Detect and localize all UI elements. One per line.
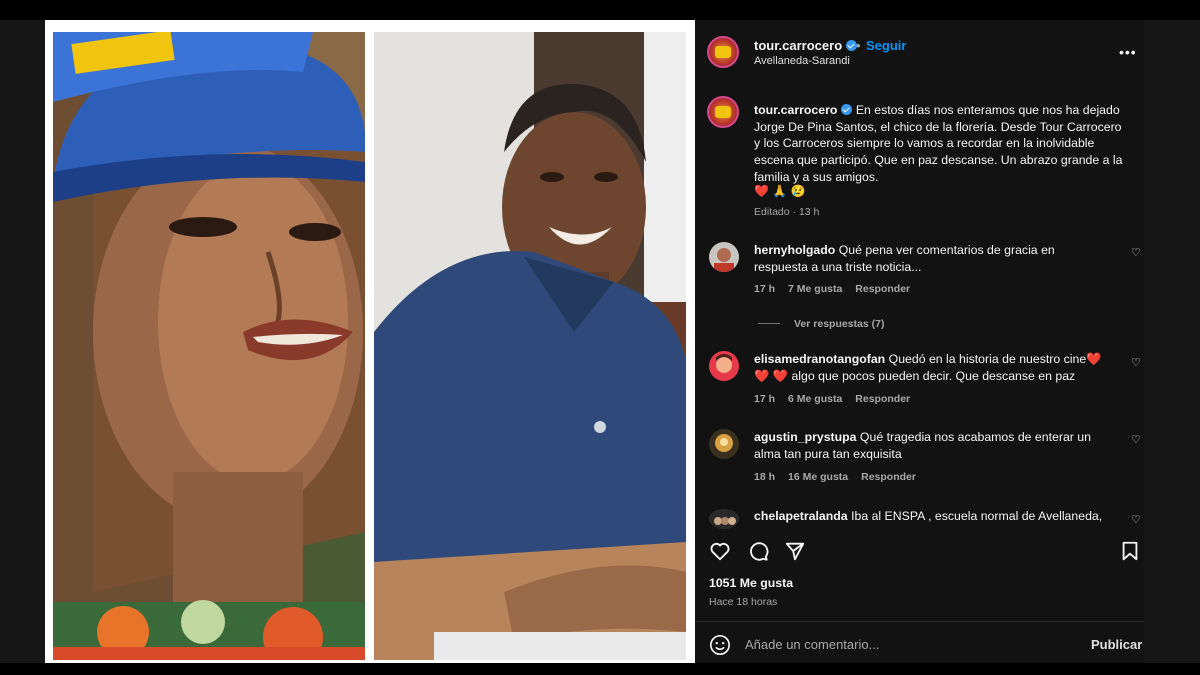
comment-avatar[interactable] xyxy=(709,242,739,272)
location-link[interactable]: Avellaneda-Sarandi xyxy=(754,55,850,67)
comment-meta: 18 h 16 Me gusta Responder xyxy=(754,471,916,483)
like-comment-heart-icon[interactable]: ♡ xyxy=(1131,246,1141,259)
post-header: tour.carrocero • Seguir Avellaneda-Saran… xyxy=(695,20,1144,84)
comment-likes[interactable]: 6 Me gusta xyxy=(788,393,842,405)
comment-text: elisamedranotangofan Quedó en la histori… xyxy=(754,352,1102,383)
comment-text: hernyholgado Qué pena ver comentarios de… xyxy=(754,243,1055,274)
comment-text: agustin_prystupa Qué tragedia nos acabam… xyxy=(754,430,1091,461)
comment-likes[interactable]: 16 Me gusta xyxy=(788,471,848,483)
photo-smiling-man xyxy=(374,32,686,660)
like-comment-heart-icon[interactable]: ♡ xyxy=(1131,433,1141,446)
sad-emoji: 😢 xyxy=(790,184,806,198)
boy-portrait-illustration xyxy=(53,32,365,660)
comment-meta: 17 h7 Me gusta Responder xyxy=(754,283,911,295)
comment-text: chelapetralanda Iba al ENSPA , escuela n… xyxy=(754,509,1103,523)
bookmark-save-icon[interactable] xyxy=(1119,540,1141,562)
man-portrait-illustration xyxy=(374,32,686,660)
likes-count[interactable]: 1051 Me gusta xyxy=(709,576,793,590)
comment-avatar[interactable] xyxy=(709,351,739,381)
separator-dot: • xyxy=(856,38,861,53)
heart-emoji: ❤️ xyxy=(754,184,769,198)
divider xyxy=(695,621,1144,622)
share-send-icon[interactable] xyxy=(784,540,806,562)
reply-button[interactable]: Responder xyxy=(855,393,910,405)
heart-emoji: ❤️ xyxy=(1086,352,1102,366)
author-avatar[interactable] xyxy=(707,36,739,68)
post-image[interactable] xyxy=(45,20,695,663)
pray-emoji: 🙏 xyxy=(772,184,788,198)
like-comment-heart-icon[interactable]: ♡ xyxy=(1131,356,1141,369)
emoji-smiley-icon[interactable] xyxy=(709,634,731,656)
follow-button[interactable]: Seguir xyxy=(866,38,906,53)
verified-badge-icon xyxy=(841,104,853,115)
author-username[interactable]: tour.carrocero xyxy=(754,38,858,53)
publish-button[interactable]: Publicar xyxy=(1091,637,1142,652)
caption-username[interactable]: tour.carrocero xyxy=(754,103,837,117)
left-margin xyxy=(0,20,45,663)
post-detail-panel: tour.carrocero • Seguir Avellaneda-Saran… xyxy=(695,20,1144,663)
add-comment-bar: Añade un comentario... Publicar xyxy=(695,626,1144,663)
top-letterbox xyxy=(0,0,1200,20)
comment-likes[interactable]: 7 Me gusta xyxy=(788,283,842,295)
like-comment-heart-icon[interactable]: ♡ xyxy=(1131,513,1141,526)
comment-username[interactable]: elisamedranotangofan xyxy=(754,352,885,366)
comment: chelapetralanda Iba al ENSPA , escuela n… xyxy=(695,507,1144,529)
caption-emojis: ❤️ 🙏 😢 xyxy=(754,184,806,198)
bottom-letterbox xyxy=(0,663,1200,675)
heart-emoji: ❤️ ❤️ xyxy=(754,368,789,383)
add-comment-input[interactable]: Añade un comentario... xyxy=(745,637,879,652)
post-timestamp: Hace 18 horas xyxy=(709,596,778,608)
reply-button[interactable]: Responder xyxy=(861,471,916,483)
comment-username[interactable]: agustin_prystupa xyxy=(754,430,857,444)
caption-avatar[interactable] xyxy=(707,96,739,128)
right-margin xyxy=(1144,20,1200,663)
view-replies-button[interactable]: Ver respuestas (7) xyxy=(758,318,884,330)
comment-avatar[interactable] xyxy=(709,429,739,459)
more-options-icon[interactable]: ••• xyxy=(1119,44,1137,60)
post-actions xyxy=(695,536,1144,566)
reply-button[interactable]: Responder xyxy=(855,283,910,295)
caption-text-block: tour.carrocero En estos días nos enteram… xyxy=(754,102,1124,186)
caption-timestamp: Editado · 13 h xyxy=(754,206,820,218)
photo-boy-with-cap xyxy=(53,32,365,660)
comment-username[interactable]: hernyholgado xyxy=(754,243,835,257)
comment-avatar[interactable] xyxy=(709,509,739,529)
replies-line xyxy=(758,323,780,324)
like-heart-icon[interactable] xyxy=(709,540,731,562)
comment-meta: 17 h6 Me gusta Responder xyxy=(754,393,911,405)
comment-username[interactable]: chelapetralanda xyxy=(754,509,848,523)
comment-bubble-icon[interactable] xyxy=(747,540,769,562)
